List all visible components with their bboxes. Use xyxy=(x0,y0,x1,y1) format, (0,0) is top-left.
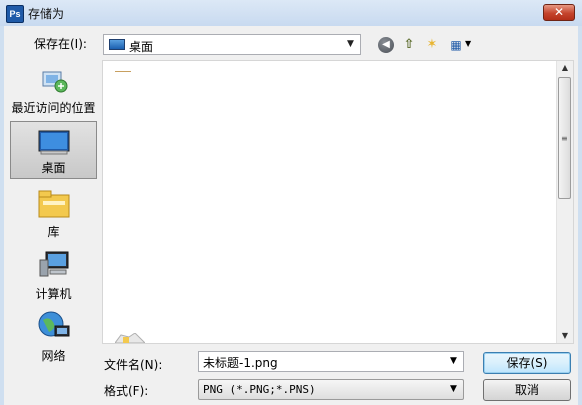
computer-icon xyxy=(39,251,68,277)
chevron-down-icon[interactable]: ▼ xyxy=(465,39,471,48)
place-network[interactable]: 网络 xyxy=(10,308,97,366)
photoshop-app-icon: Ps xyxy=(6,5,24,23)
filename-value[interactable]: 未标题-1.png xyxy=(203,354,278,371)
place-library[interactable]: 库 xyxy=(10,184,97,242)
recent-places-icon xyxy=(42,71,67,93)
back-icon[interactable]: ◀ xyxy=(378,37,394,53)
window-title: 存储为 xyxy=(28,7,65,21)
close-button[interactable]: ✕ xyxy=(543,4,575,21)
desktop-small-icon xyxy=(109,39,125,50)
format-label: 格式(F): xyxy=(104,384,149,398)
save-button[interactable]: 保存(S) xyxy=(483,352,571,374)
view-menu-icon[interactable]: ▦ xyxy=(447,36,465,54)
place-label: 库 xyxy=(47,225,60,239)
chevron-down-icon: ▼ xyxy=(347,39,354,49)
scroll-down-icon[interactable]: ▼ xyxy=(557,331,573,340)
place-label: 最近访问的位置 xyxy=(11,101,96,115)
format-select[interactable]: PNG (*.PNG;*.PNS) ▼ xyxy=(198,379,464,400)
chevron-down-icon: ▼ xyxy=(450,384,457,394)
place-label: 桌面 xyxy=(41,161,66,175)
library-icon xyxy=(38,190,69,218)
filename-input[interactable]: 未标题-1.png ▼ xyxy=(198,351,464,372)
vertical-scrollbar[interactable]: ▲ ≡ ▼ xyxy=(556,61,573,343)
format-value: PNG (*.PNG;*.PNS) xyxy=(203,383,316,396)
save-in-label: 保存在(I): xyxy=(34,37,87,51)
place-desktop[interactable]: 桌面 xyxy=(10,121,97,179)
scroll-up-icon[interactable]: ▲ xyxy=(557,63,573,72)
cancel-button[interactable]: 取消 xyxy=(483,379,571,401)
file-icon[interactable] xyxy=(115,333,145,343)
file-list[interactable]: ▲ ≡ ▼ xyxy=(102,60,574,344)
place-label: 计算机 xyxy=(35,287,72,301)
place-computer[interactable]: 计算机 xyxy=(10,246,97,304)
new-folder-icon[interactable]: ✶ xyxy=(423,36,441,54)
scroll-thumb[interactable]: ≡ xyxy=(558,77,571,199)
up-folder-icon[interactable]: ⇧ xyxy=(400,36,418,54)
location-value: 桌面 xyxy=(129,40,154,54)
list-item-placeholder xyxy=(115,71,131,72)
place-label: 网络 xyxy=(41,349,66,363)
network-icon xyxy=(38,311,69,337)
grip-icon: ≡ xyxy=(561,134,568,143)
chevron-down-icon[interactable]: ▼ xyxy=(450,356,457,366)
place-recent[interactable]: 最近访问的位置 xyxy=(10,60,97,118)
title-bar xyxy=(0,0,582,26)
filename-label: 文件名(N): xyxy=(104,358,163,372)
location-dropdown[interactable]: 桌面 ▼ xyxy=(103,34,361,55)
desktop-icon xyxy=(38,130,69,155)
